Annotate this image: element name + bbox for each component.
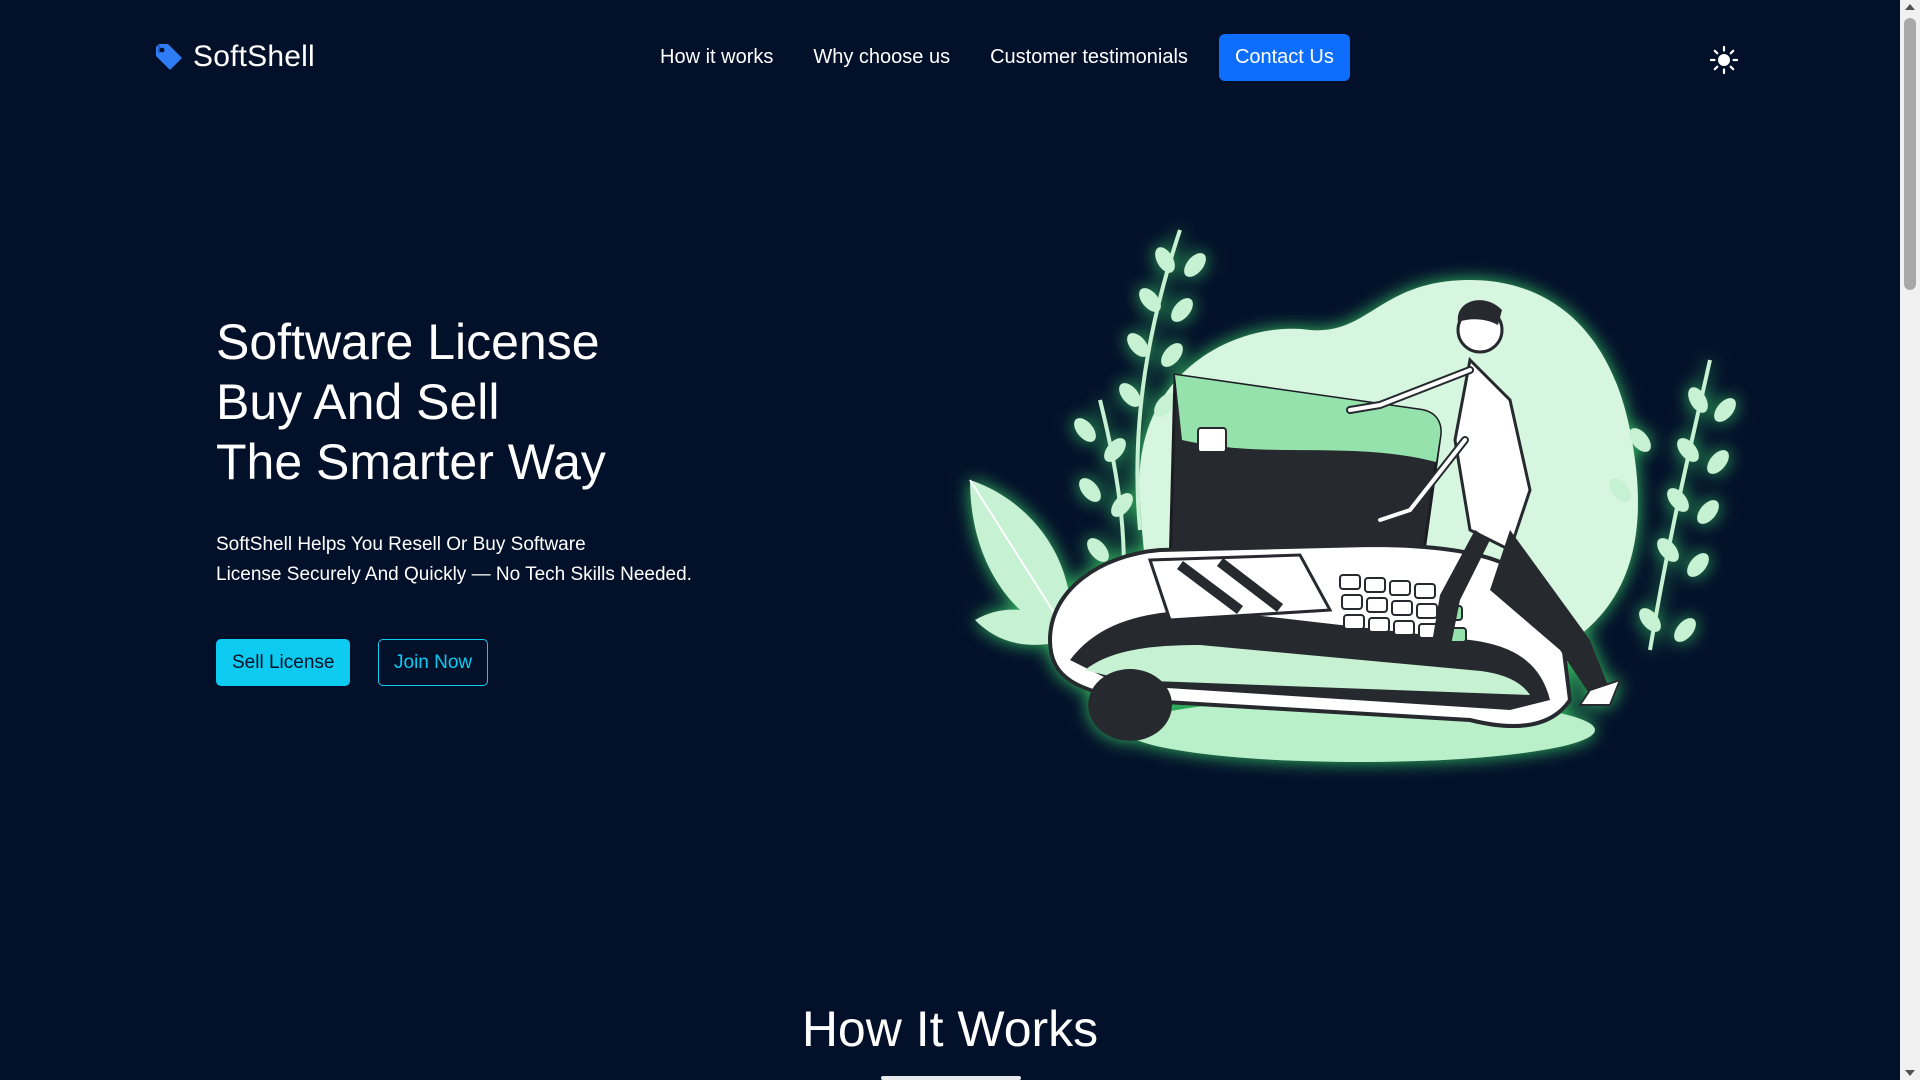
tag-icon — [156, 44, 182, 70]
hero-description-line: License Securely And Quickly — No Tech S… — [216, 564, 692, 585]
scroll-down-arrow-icon[interactable] — [1905, 1070, 1915, 1076]
hero-description-line: SoftShell Helps You Resell Or Buy Softwa… — [216, 534, 586, 555]
join-now-button[interactable]: Join Now — [378, 639, 489, 686]
hero-description: SoftShell Helps You Resell Or Buy Softwa… — [216, 530, 692, 590]
hero-title-line: Software License — [216, 314, 600, 370]
nav-link-why-choose-us[interactable]: Why choose us — [813, 36, 950, 79]
hero-illustration — [969, 229, 1736, 762]
brand-logo-link[interactable]: SoftShell — [153, 40, 315, 74]
nav-link-how-it-works[interactable]: How it works — [660, 36, 773, 79]
section-title-underline — [881, 1076, 1021, 1080]
brand-name: SoftShell — [193, 40, 315, 73]
scrollbar-thumb[interactable] — [1904, 18, 1916, 290]
hero-title: Software License Buy And Sell The Smarte… — [216, 312, 606, 492]
hero-title-line: Buy And Sell — [216, 374, 500, 430]
hero-title-line: The Smarter Way — [216, 434, 606, 490]
scroll-up-arrow-icon[interactable] — [1905, 4, 1915, 10]
page: SoftShell How it works Why choose us Cus… — [0, 0, 1920, 1080]
nav-link-customer-testimonials[interactable]: Customer testimonials — [990, 36, 1188, 79]
section-title: How It Works — [801, 1001, 1099, 1057]
vertical-scrollbar[interactable] — [1900, 0, 1920, 1080]
navbar: SoftShell How it works Why choose us Cus… — [0, 0, 1900, 118]
sell-license-button[interactable]: Sell License — [216, 639, 351, 686]
contact-us-button[interactable]: Contact Us — [1218, 34, 1350, 81]
nav-links: How it works Why choose us Customer test… — [660, 34, 1350, 81]
sun-icon[interactable] — [1709, 45, 1739, 75]
